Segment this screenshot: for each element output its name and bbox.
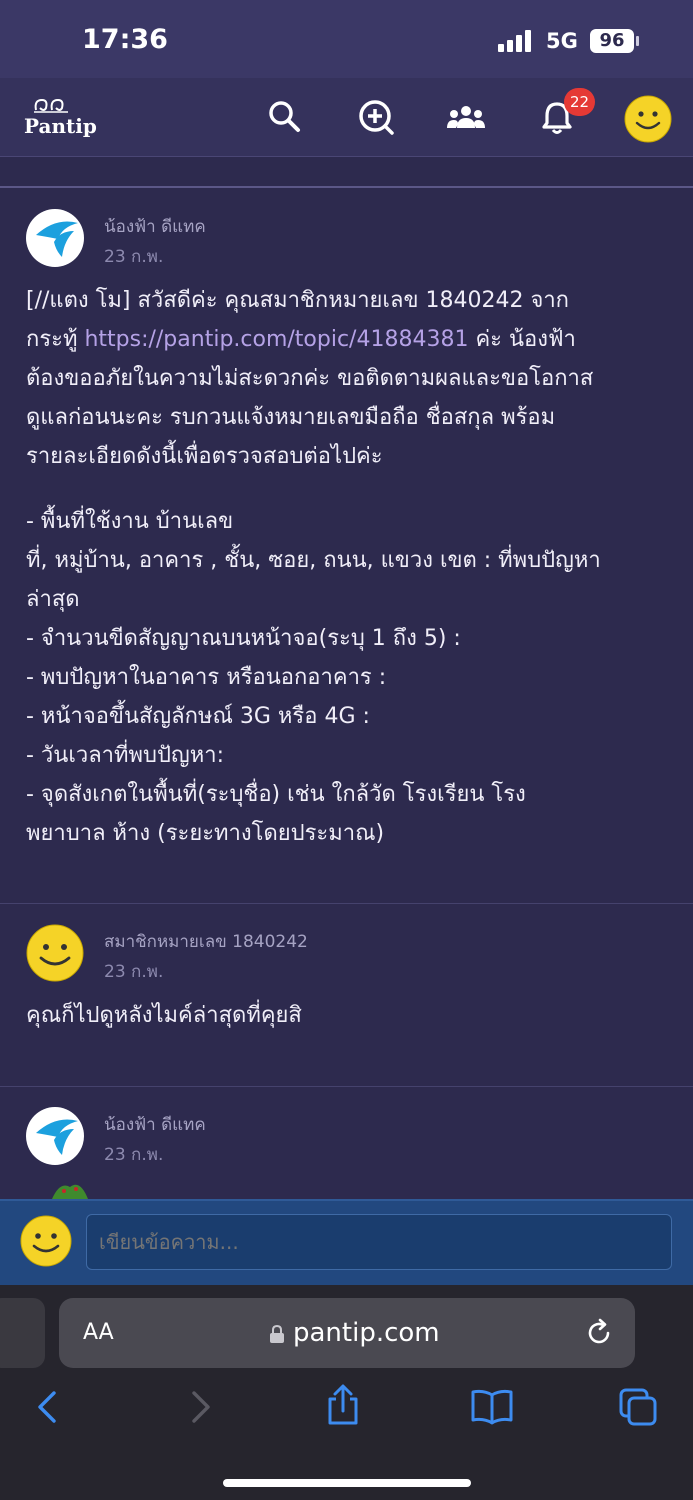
comment-item: สมาชิกหมายเลข 1840242 23 ก.พ. คุณก็ไปดูห… — [0, 904, 693, 1086]
list-line: - จำนวนขีดสัญญาณบนหน้าจอ(ระบุ 1 ถึง 5) : — [26, 626, 461, 651]
app-header: Pantip 22 — [0, 78, 693, 157]
comment-body: [//แตง โม] สวัสดีค่ะ คุณสมาชิกหมายเลข 18… — [26, 281, 671, 853]
comment-input[interactable] — [86, 1214, 672, 1270]
list-line: ล่าสุด — [26, 587, 80, 612]
comment-body: คุณก็ไปดูหลังไมค์ล่าสุดที่คุยสิ — [26, 1003, 302, 1028]
comment-text-line: ดูแลก่อนนะคะ รบกวนแจ้งหมายเลขมือถือ ชื่อ… — [26, 405, 556, 430]
comment-text-line: ต้องขออภัยในความไม่สะดวกค่ะ ขอติดตามผลแล… — [26, 366, 594, 391]
comment-author[interactable]: น้องฟ้า ดีแทค — [104, 1111, 206, 1138]
battery-tip — [636, 36, 639, 46]
comment-composer — [0, 1199, 693, 1287]
battery-icon: 96 — [590, 29, 634, 53]
network-type: 5G — [546, 29, 578, 53]
sticker-icon — [50, 1179, 90, 1199]
list-line: พยาบาล ห้าง (ระยะทางโดยประมาณ) — [26, 821, 385, 846]
status-time: 17:36 — [82, 24, 168, 55]
bookmarks-icon[interactable] — [470, 1387, 513, 1427]
notification-badge: 22 — [564, 88, 595, 116]
list-line: - วันเวลาที่พบปัญหา: — [26, 743, 224, 768]
comment-date: 23 ก.พ. — [104, 247, 164, 267]
community-icon[interactable] — [446, 98, 485, 136]
smiley-avatar[interactable] — [26, 924, 84, 982]
dtac-avatar[interactable] — [26, 1107, 84, 1165]
comment-date: 23 ก.พ. — [104, 962, 164, 982]
forward-icon[interactable] — [180, 1387, 220, 1427]
tabs-icon[interactable] — [618, 1387, 658, 1427]
url-text: pantip.com — [293, 1318, 440, 1348]
reload-icon[interactable] — [584, 1318, 614, 1348]
reader-options-button[interactable]: AA — [83, 1320, 114, 1345]
search-icon[interactable] — [266, 98, 304, 136]
signal-strength-icon — [498, 30, 536, 52]
list-line: - พื้นที่ใช้งาน บ้านเลข — [26, 509, 234, 534]
topic-link[interactable]: https://pantip.com/topic/41884381 — [84, 327, 468, 352]
address-bar[interactable]: AA pantip.com — [59, 1298, 635, 1368]
back-icon[interactable] — [30, 1387, 70, 1427]
comment-date: 23 ก.พ. — [104, 1145, 164, 1165]
comment-author[interactable]: น้องฟ้า ดีแทค — [104, 213, 206, 240]
comment-author[interactable]: สมาชิกหมายเลข 1840242 — [104, 928, 308, 955]
list-line: - พบปัญหาในอาคาร หรือนอกอาคาร : — [26, 665, 387, 690]
home-indicator — [223, 1479, 471, 1487]
comment-item: น้องฟ้า ดีแทค 23 ก.พ. — [0, 1087, 693, 1199]
add-topic-icon[interactable] — [357, 98, 395, 136]
list-line: - จุดสังเกตในพื้นที่(ระบุชื่อ) เช่น ใกล้… — [26, 782, 526, 807]
pantip-logo-icon — [34, 98, 68, 113]
previous-tab[interactable] — [0, 1298, 45, 1368]
comment-text-line: [//แตง โม] สวัสดีค่ะ คุณสมาชิกหมายเลข 18… — [26, 288, 570, 313]
comment-text: กระทู้ — [26, 327, 85, 352]
pantip-logo[interactable]: Pantip — [24, 96, 97, 142]
comment-text: ค่ะ น้องฟ้า — [468, 327, 576, 352]
comment-item: น้องฟ้า ดีแทค 23 ก.พ. [//แตง โม] สวัสดีค… — [0, 188, 693, 902]
share-icon[interactable] — [323, 1383, 363, 1425]
lock-icon — [269, 1324, 285, 1343]
comment-text-line: กระทู้ https://pantip.com/topic/41884381… — [26, 320, 671, 359]
list-line: - หน้าจอขึ้นสัญลักษณ์ 3G หรือ 4G : — [26, 704, 370, 729]
comment-text-line: รายละเอียดดังนี้เพื่อตรวจสอบต่อไปค่ะ — [26, 444, 383, 469]
user-avatar[interactable] — [624, 95, 672, 143]
logo-text: Pantip — [24, 114, 97, 138]
browser-toolbar: AA pantip.com — [0, 1285, 693, 1500]
dtac-avatar[interactable] — [26, 209, 84, 267]
list-line: ที่, หมู่บ้าน, อาคาร , ชั้น, ซอย, ถนน, แ… — [26, 548, 601, 573]
status-bar: 17:36 5G 96 — [0, 0, 693, 78]
composer-avatar[interactable] — [20, 1215, 72, 1267]
